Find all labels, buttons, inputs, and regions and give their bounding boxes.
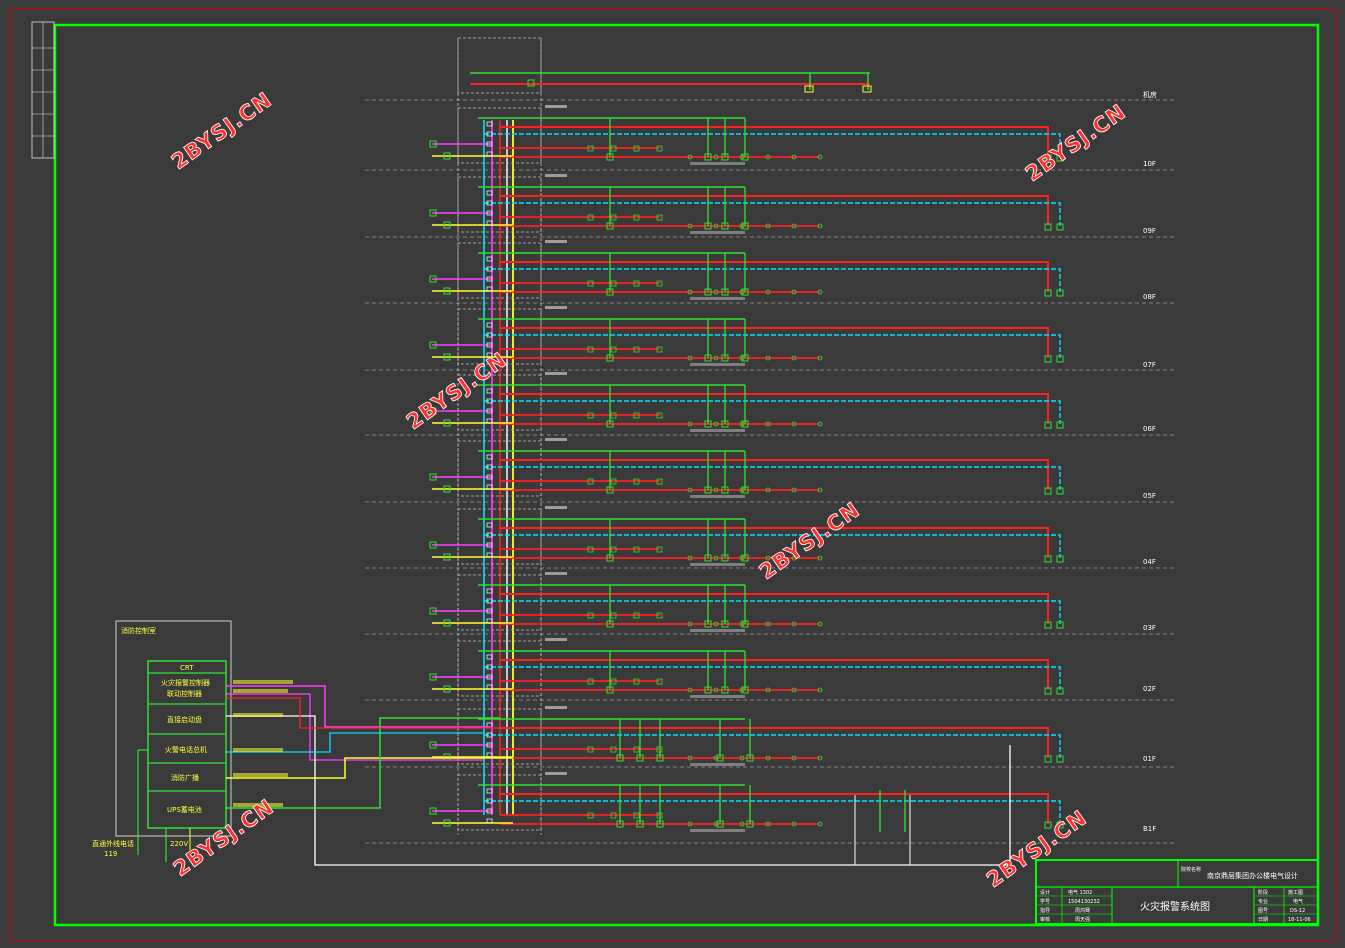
- fire-alarm-system-diagram: 消防控制室 CRT 火灾报警控制器 联动控制器 直接启动盘 火警电话总机 消防广…: [9, 8, 1337, 942]
- unit-phone-master: 火警电话总机: [165, 745, 207, 754]
- floor-label: 09F: [1143, 227, 1156, 235]
- margin-strip: [31, 21, 55, 159]
- tb-right-0: 阶段: [1258, 889, 1268, 896]
- tb-right-3: 日期: [1258, 917, 1268, 923]
- floor-label: 04F: [1143, 558, 1156, 566]
- floor-separator-lines: [365, 99, 1175, 844]
- floor-branch: [429, 772, 1064, 832]
- floor-label: 02F: [1143, 685, 1156, 693]
- floor-label: 10F: [1143, 160, 1156, 168]
- tb-left-0: 设计: [1040, 889, 1050, 896]
- floor-branch: [429, 105, 1064, 165]
- unit-broadcast: 消防广播: [171, 773, 199, 782]
- power-label: 220V: [170, 840, 188, 848]
- unit-ups: UPS蓄电池: [167, 805, 202, 814]
- unit-crt: CRT: [180, 664, 194, 672]
- drawing-frame: [53, 23, 1320, 927]
- floor-branch: [429, 572, 1064, 632]
- tb-left-val-2: 周鸿骞: [1075, 907, 1090, 914]
- floor-branch: [429, 240, 1064, 300]
- floor-label: 03F: [1143, 624, 1156, 632]
- control-room-title: 消防控制室: [121, 626, 156, 635]
- tb-right-val-0: 施工图: [1288, 889, 1303, 896]
- project-title: 南京鼎层集团办公楼电气设计: [1207, 871, 1298, 880]
- tb-right-val-2: DS-12: [1290, 908, 1305, 914]
- tb-right-2: 图号: [1258, 908, 1268, 914]
- floor-branch: [429, 372, 1064, 432]
- floor-branch: [429, 306, 1064, 366]
- floor-label: B1F: [1143, 825, 1156, 833]
- unit-alarm-controller: 火灾报警控制器: [161, 678, 210, 687]
- watermark: 2BYSJ.CN: [402, 348, 511, 435]
- unit-start-panel: 直接启动盘: [167, 715, 202, 724]
- tb-left-3: 审核: [1040, 916, 1050, 923]
- watermark: 2BYSJ.CN: [755, 498, 864, 585]
- watermark: 2BYSJ.CN: [167, 88, 276, 175]
- tb-left-val-1: 1504130232: [1068, 899, 1100, 905]
- floor-label: 08F: [1143, 293, 1156, 301]
- floor-label: 06F: [1143, 425, 1156, 433]
- floor-label: 机房: [1143, 90, 1157, 99]
- watermark: 2BYSJ.CN: [1021, 100, 1130, 187]
- floor-labels: 机房 10F 09F 08F 07F 06F 05F 04F 03F 02F 01F B1F: [1143, 90, 1157, 833]
- outside-phone-number: 119: [104, 850, 117, 858]
- floor-label: 05F: [1143, 492, 1156, 500]
- floor-branch: [429, 638, 1064, 698]
- tb-left-2: 指导: [1040, 907, 1050, 914]
- tb-right-val-3: 18-11-06: [1288, 917, 1311, 923]
- floor-branch: [429, 438, 1064, 498]
- tb-left-1: 学号: [1040, 898, 1050, 905]
- tb-left-val-3: 周天强: [1075, 917, 1090, 923]
- floor-branch: [429, 506, 1064, 566]
- tb-right-1: 专业: [1258, 898, 1268, 905]
- outside-phone-label: 直通外线电话: [92, 839, 134, 848]
- tb-right-val-1: 电气: [1293, 898, 1303, 905]
- floor-label: 07F: [1143, 361, 1156, 369]
- floor-branches: [429, 105, 1064, 832]
- machine-room-branch: [457, 37, 872, 94]
- floor-branch: [429, 706, 1064, 766]
- floor-label: 01F: [1143, 755, 1156, 763]
- school-label: 院校名称: [1181, 866, 1201, 873]
- drawing-title: 火灾报警系统图: [1140, 900, 1210, 913]
- unit-linkage-controller: 联动控制器: [167, 689, 202, 698]
- title-block: 院校名称 南京鼎层集团办公楼电气设计 火灾报警系统图 设计 学号 指导 审核 电…: [1035, 859, 1319, 925]
- floor-branch: [429, 174, 1064, 234]
- tb-left-val-0: 电气 1302: [1068, 889, 1092, 896]
